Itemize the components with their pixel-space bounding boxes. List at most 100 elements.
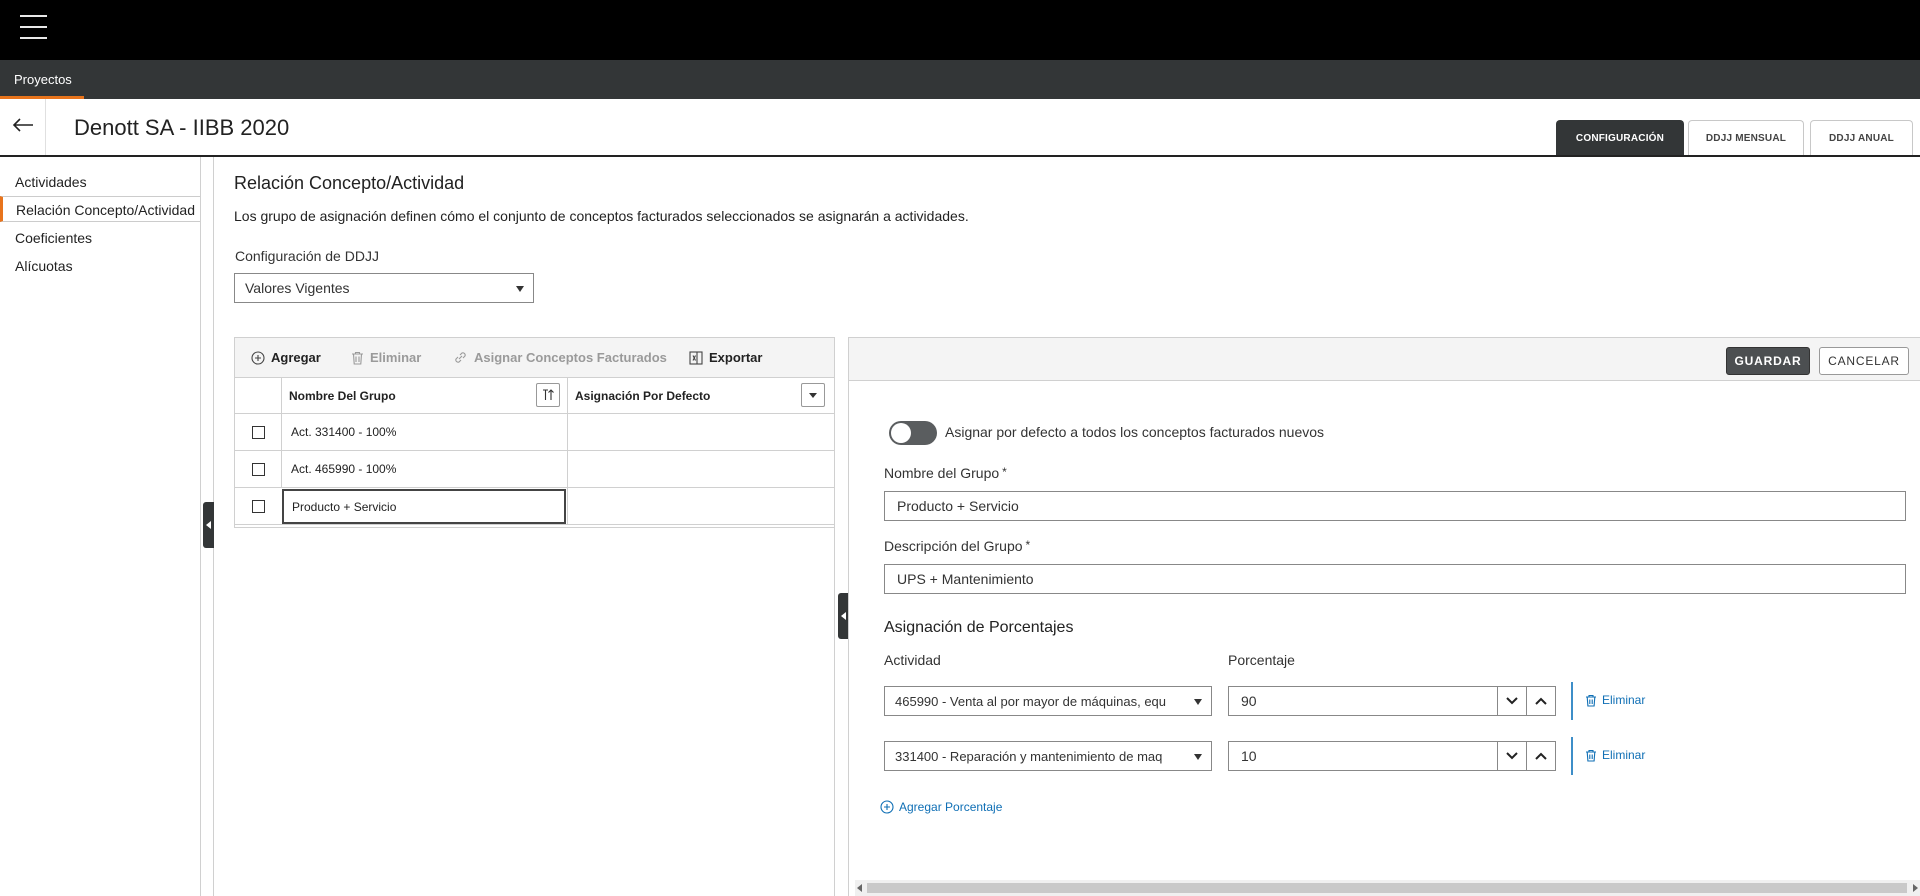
hamburger-menu-icon[interactable] — [20, 15, 47, 42]
plus-circle-icon — [251, 350, 265, 365]
caret-down-icon — [516, 286, 524, 292]
scrollbar-thumb[interactable] — [867, 883, 1907, 893]
scroll-right-icon[interactable] — [1913, 884, 1918, 892]
add-button[interactable]: Agregar — [251, 350, 321, 365]
detail-toolbar: GUARDAR CANCELAR — [849, 337, 1920, 381]
horizontal-scrollbar[interactable] — [855, 880, 1920, 896]
caret-down-icon — [809, 393, 817, 398]
delete-button[interactable]: Eliminar — [351, 350, 421, 365]
group-name-value: Producto + Servicio — [897, 498, 1019, 514]
cell-default-assignment[interactable] — [567, 451, 834, 487]
assign-concepts-button[interactable]: Asignar Conceptos Facturados — [453, 350, 667, 365]
increment-button[interactable] — [1526, 687, 1555, 715]
nav-bar: Proyectos — [0, 60, 1920, 99]
column-header-group-name[interactable]: Nombre Del Grupo — [281, 378, 567, 413]
default-assign-toggle-label: Asignar por defecto a todos los concepto… — [945, 424, 1325, 440]
column-header-default-assignment[interactable]: Asignación Por Defecto — [567, 378, 834, 413]
section-title: Relación Concepto/Actividad — [234, 173, 465, 193]
chevron-down-icon — [1506, 752, 1518, 760]
save-button[interactable]: GUARDAR — [1726, 347, 1810, 375]
scroll-left-icon[interactable] — [857, 884, 862, 892]
group-name-field[interactable]: Producto + Servicio — [884, 491, 1906, 521]
cell-default-assignment[interactable] — [567, 488, 834, 524]
ddjj-config-value: Valores Vigentes — [245, 280, 350, 296]
cell-group-name[interactable]: Act. 331400 - 100% — [281, 414, 567, 450]
row-checkbox[interactable] — [252, 500, 265, 513]
activity-select[interactable]: 331400 - Reparación y mantenimiento de m… — [884, 741, 1212, 771]
column-header-default-assignment-label: Asignación Por Defecto — [575, 389, 711, 403]
remove-allocation-link[interactable]: Eliminar — [1585, 693, 1645, 707]
percent-value: 90 — [1241, 693, 1257, 709]
assign-concepts-label: Asignar Conceptos Facturados — [474, 350, 667, 365]
chevron-down-icon — [1506, 697, 1518, 705]
remove-allocation-label: Eliminar — [1602, 748, 1646, 762]
remove-allocation-link[interactable]: Eliminar — [1585, 748, 1645, 762]
tab-ddjj-anual[interactable]: DDJJ ANUAL — [1810, 120, 1913, 155]
tab-ddjj-mensual[interactable]: DDJJ MENSUAL — [1688, 120, 1804, 155]
cell-group-name-text: Act. 331400 - 100% — [291, 425, 397, 439]
groups-grid: Agregar Eliminar Asignar Conceptos Factu… — [234, 337, 835, 528]
grid-toolbar: Agregar Eliminar Asignar Conceptos Factu… — [235, 338, 834, 378]
table-row[interactable]: Act. 331400 - 100% — [235, 414, 834, 451]
sidebar-item-alicuotas[interactable]: Alícuotas — [0, 253, 200, 279]
chevron-up-icon — [1535, 752, 1547, 760]
decrement-button[interactable] — [1497, 742, 1526, 770]
cancel-button[interactable]: CANCELAR — [1819, 347, 1909, 375]
sidebar-item-coeficientes[interactable]: Coeficientes — [0, 225, 200, 251]
table-row[interactable]: Act. 465990 - 100% — [235, 451, 834, 488]
delete-label: Eliminar — [370, 350, 422, 365]
add-percentage-label: Agregar Porcentaje — [899, 800, 1003, 814]
trash-icon — [1586, 749, 1596, 762]
percent-value: 10 — [1241, 748, 1257, 764]
default-assign-toggle[interactable] — [889, 421, 937, 445]
header-checkbox-col — [235, 378, 281, 413]
export-button[interactable]: Exportar — [689, 350, 762, 365]
activity-select-value: 331400 - Reparación y mantenimiento de m… — [895, 748, 1163, 764]
export-label: Exportar — [709, 350, 763, 365]
row-divider — [1571, 682, 1573, 720]
group-desc-value: UPS + Mantenimiento — [897, 571, 1034, 587]
chevron-up-icon — [1535, 697, 1547, 705]
ddjj-config-select[interactable]: Valores Vigentes — [234, 273, 534, 303]
row-checkbox[interactable] — [252, 463, 265, 476]
percent-section-title: Asignación de Porcentajes — [884, 619, 1074, 636]
page-header: Denott SA - IIBB 2020 CONFIGURACIÓN DDJJ… — [0, 99, 1920, 157]
decrement-button[interactable] — [1497, 687, 1526, 715]
cell-default-assignment[interactable] — [567, 414, 834, 450]
caret-down-icon — [1194, 699, 1202, 705]
group-desc-field[interactable]: UPS + Mantenimiento — [884, 564, 1906, 594]
increment-button[interactable] — [1526, 742, 1555, 770]
percent-stepper[interactable]: 90 — [1228, 686, 1556, 716]
back-button[interactable] — [0, 99, 46, 155]
nav-tab-proyectos[interactable]: Proyectos — [0, 60, 84, 99]
grid-right-border — [834, 337, 835, 896]
percent-stepper[interactable]: 10 — [1228, 741, 1556, 771]
cell-group-name[interactable]: Act. 465990 - 100% — [281, 451, 567, 487]
tab-configuracion[interactable]: CONFIGURACIÓN — [1556, 120, 1684, 155]
group-name-label-text: Nombre del Grupo — [884, 465, 1000, 481]
table-row-selected[interactable]: Producto + Servicio — [235, 488, 834, 525]
row-checkbox[interactable] — [252, 426, 265, 439]
sidebar-item-actividades[interactable]: Actividades — [0, 169, 200, 195]
column-menu-button[interactable] — [801, 383, 825, 407]
row-divider — [1571, 737, 1573, 775]
required-mark: * — [1002, 465, 1007, 479]
sidebar-item-relacion-concepto-actividad[interactable]: Relación Concepto/Actividad — [0, 196, 200, 222]
grid-header: Nombre Del Grupo Asignación Por Defecto — [235, 378, 834, 414]
sort-button[interactable] — [536, 383, 560, 407]
column-header-group-name-label: Nombre Del Grupo — [289, 389, 396, 403]
cell-group-name-text: Act. 465990 - 100% — [291, 462, 397, 476]
plus-circle-icon — [880, 800, 894, 814]
arrow-left-icon — [12, 118, 33, 132]
toggle-knob — [891, 423, 911, 443]
sort-icon — [543, 389, 554, 400]
page-title: Denott SA - IIBB 2020 — [74, 115, 290, 140]
caret-down-icon — [1194, 754, 1202, 760]
top-bar — [0, 0, 1920, 60]
activity-select-value: 465990 - Venta al por mayor de máquinas,… — [895, 693, 1167, 709]
activity-select[interactable]: 465990 - Venta al por mayor de máquinas,… — [884, 686, 1212, 716]
cell-group-name-editing[interactable]: Producto + Servicio — [282, 489, 566, 524]
sidebar-collapse-handle[interactable] — [203, 502, 214, 548]
excel-icon — [689, 350, 703, 365]
add-percentage-link[interactable]: Agregar Porcentaje — [880, 800, 1002, 814]
